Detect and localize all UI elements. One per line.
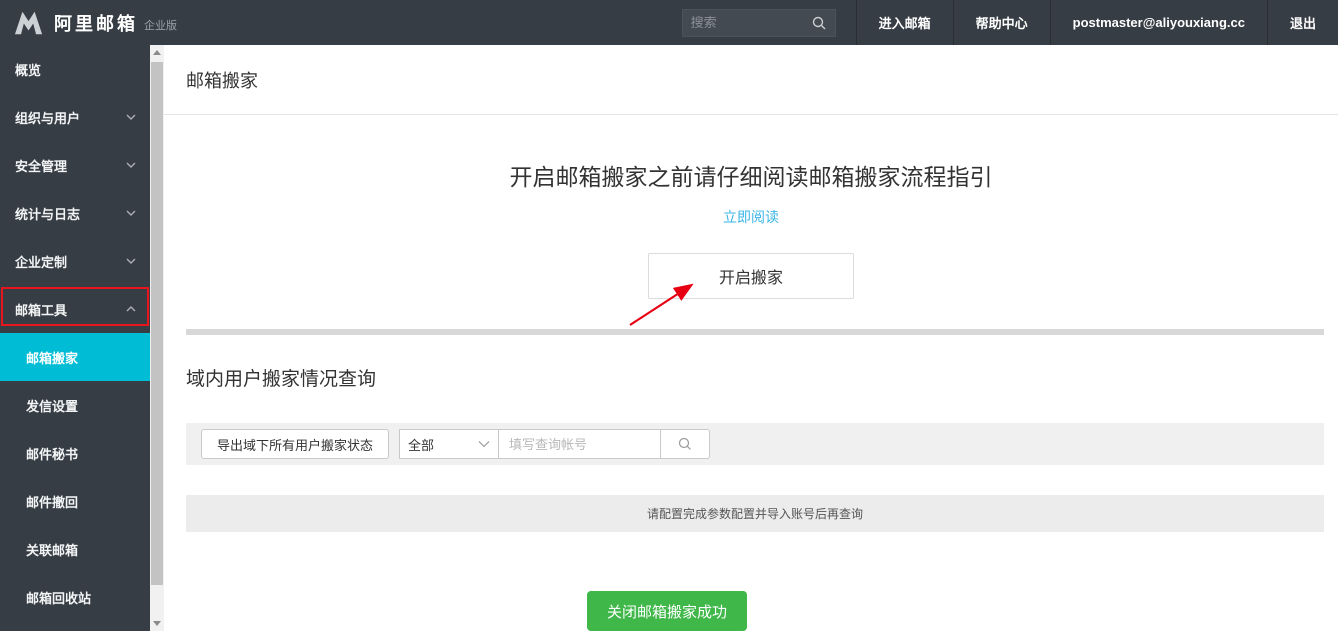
sidebar-subitem-label: 邮箱回收站 <box>26 590 92 606</box>
sidebar-item-label: 企业定制 <box>15 254 68 270</box>
query-section-heading: 域内用户搬家情况查询 <box>186 369 377 390</box>
sidebar-subitem-mail-recycle-bin[interactable]: 邮箱回收站 <box>0 573 150 621</box>
sidebar-scrollbar[interactable] <box>150 45 164 631</box>
sidebar: 概览 组织与用户 安全管理 统计与日志 企业定制 邮箱工具 邮箱搬家 发信设置 <box>0 45 150 631</box>
scrollbar-up-arrow[interactable] <box>150 45 164 60</box>
section-divider <box>186 329 1324 335</box>
enter-mailbox-link[interactable]: 进入邮箱 <box>855 0 953 45</box>
sidebar-subitem-label: 邮箱搬家 <box>26 350 79 366</box>
topbar-search-box[interactable] <box>681 8 836 37</box>
chevron-down-icon <box>126 209 136 217</box>
account-email[interactable]: postmaster@aliyouxiang.cc <box>1049 0 1267 45</box>
aliyun-mail-logo-icon <box>14 11 43 34</box>
status-filter-value: 全部 <box>408 437 435 453</box>
chevron-up-icon <box>126 305 136 313</box>
scrollbar-down-arrow[interactable] <box>150 616 164 631</box>
topbar-search-input[interactable] <box>690 15 811 30</box>
sidebar-subitem-mail-secretary[interactable]: 邮件秘书 <box>0 429 150 477</box>
sidebar-subitem-mail-recall[interactable]: 邮件撤回 <box>0 477 150 525</box>
sidebar-item-label: 组织与用户 <box>15 110 81 126</box>
export-status-button[interactable]: 导出域下所有用户搬家状态 <box>201 429 390 459</box>
sidebar-item-security[interactable]: 安全管理 <box>0 141 150 189</box>
read-now-link[interactable]: 立即阅读 <box>723 209 779 225</box>
sidebar-subitem-label: 邮件撤回 <box>26 494 79 510</box>
sidebar-item-org-users[interactable]: 组织与用户 <box>0 93 150 141</box>
page-header: 邮箱搬家 <box>164 45 1338 115</box>
chevron-down-icon <box>126 257 136 265</box>
status-filter-select[interactable]: 全部 <box>399 429 500 459</box>
logo-text: 阿里邮箱 <box>54 13 138 34</box>
sidebar-subitem-label: 发信设置 <box>26 398 79 414</box>
sidebar-subitem-linked-mailbox[interactable]: 关联邮箱 <box>0 525 150 573</box>
start-migration-button[interactable]: 开启搬家 <box>648 253 854 299</box>
close-migration-success-toast: 关闭邮箱搬家成功 <box>587 591 747 631</box>
sidebar-item-stats-logs[interactable]: 统计与日志 <box>0 189 150 237</box>
page-title: 邮箱搬家 <box>186 70 258 91</box>
account-query-input[interactable] <box>499 429 662 459</box>
chevron-down-icon <box>126 161 136 169</box>
logo[interactable]: 阿里邮箱 企业版 <box>0 10 177 36</box>
topbar: 阿里邮箱 企业版 进入邮箱 帮助中心 postmaster@aliyouxian… <box>0 0 1338 45</box>
sidebar-item-overview[interactable]: 概览 <box>0 45 150 93</box>
intro-heading: 开启邮箱搬家之前请仔细阅读邮箱搬家流程指引 <box>509 164 993 190</box>
search-icon <box>678 437 691 450</box>
topbar-nav: 进入邮箱 帮助中心 postmaster@aliyouxiang.cc 退出 <box>855 0 1338 45</box>
scrollbar-thumb[interactable] <box>151 62 163 585</box>
sidebar-subitem-label: 邮件秘书 <box>26 446 79 462</box>
chevron-down-icon <box>478 441 490 448</box>
sidebar-item-label: 邮箱工具 <box>15 302 68 318</box>
query-group: 全部 <box>399 429 711 459</box>
query-search-button[interactable] <box>661 429 711 459</box>
query-toolbar: 导出域下所有用户搬家状态 全部 <box>186 423 1324 465</box>
sidebar-item-label: 安全管理 <box>15 158 68 174</box>
sidebar-item-label: 统计与日志 <box>15 206 81 222</box>
sidebar-item-label: 概览 <box>15 62 42 78</box>
intro-section: 开启邮箱搬家之前请仔细阅读邮箱搬家流程指引 立即阅读 开启搬家 <box>164 115 1338 299</box>
sidebar-item-mail-tools[interactable]: 邮箱工具 <box>0 285 150 333</box>
sidebar-subitem-send-settings[interactable]: 发信设置 <box>0 381 150 429</box>
sidebar-subitem-mail-migration[interactable]: 邮箱搬家 <box>0 333 150 381</box>
help-center-link[interactable]: 帮助中心 <box>952 0 1050 45</box>
logout-link[interactable]: 退出 <box>1266 0 1338 45</box>
main-content: 邮箱搬家 开启邮箱搬家之前请仔细阅读邮箱搬家流程指引 立即阅读 开启搬家 域内用… <box>164 45 1338 631</box>
edition-badge: 企业版 <box>144 19 177 32</box>
search-icon[interactable] <box>811 15 827 31</box>
chevron-down-icon <box>126 113 136 121</box>
empty-result-message: 请配置完成参数配置并导入账号后再查询 <box>186 495 1324 532</box>
sidebar-subitem-label: 关联邮箱 <box>26 542 79 558</box>
sidebar-item-enterprise-custom[interactable]: 企业定制 <box>0 237 150 285</box>
